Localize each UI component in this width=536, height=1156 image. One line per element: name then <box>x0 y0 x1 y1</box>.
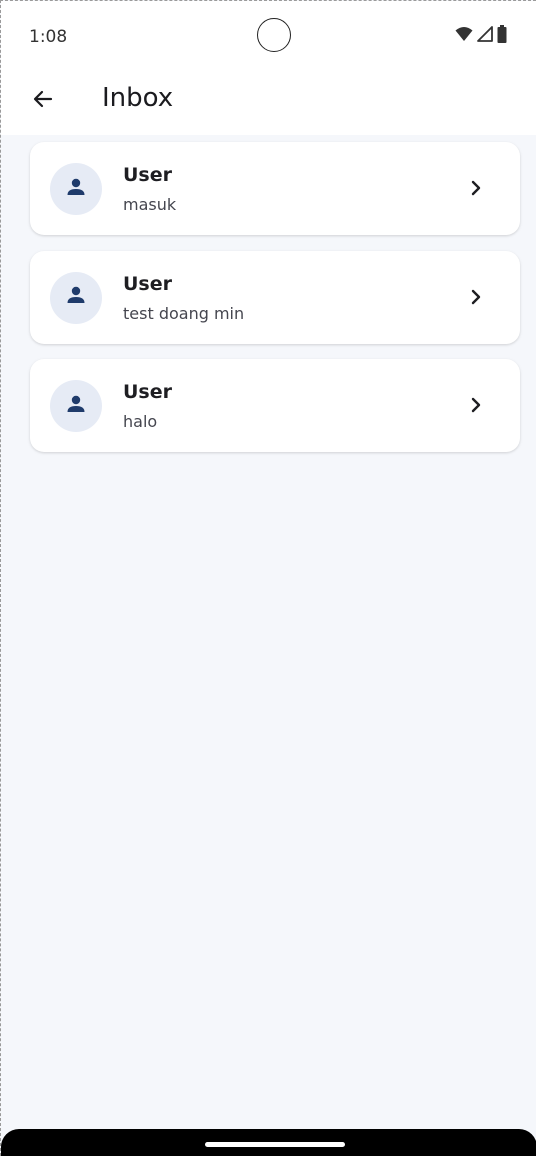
message-preview: test doang min <box>123 303 245 323</box>
person-icon <box>64 283 88 312</box>
chevron-right-icon <box>466 286 486 308</box>
sender-name: User <box>123 164 172 186</box>
status-icons <box>455 25 507 48</box>
arrow-left-icon <box>31 87 55 116</box>
status-time: 1:08 <box>29 27 68 47</box>
phone-screen: 1:08 Inbox User masuk User test doang mi… <box>0 0 536 1156</box>
camera-cutout <box>257 18 291 52</box>
sender-name: User <box>123 381 172 403</box>
inbox-list: User masuk User test doang min User halo <box>30 142 520 468</box>
signal-icon <box>477 26 493 47</box>
wifi-icon <box>455 26 473 47</box>
sender-name: User <box>123 272 172 295</box>
back-button[interactable] <box>23 81 63 121</box>
avatar <box>50 163 102 215</box>
avatar <box>50 380 102 432</box>
message-preview: halo <box>123 412 158 431</box>
inbox-content: User masuk User test doang min User halo <box>1 135 536 1129</box>
system-nav-bar <box>1 1129 536 1156</box>
inbox-item[interactable]: User halo <box>30 359 520 452</box>
inbox-item[interactable]: User masuk <box>30 142 520 235</box>
battery-icon <box>497 25 507 48</box>
status-bar: 1:08 <box>1 1 536 65</box>
avatar <box>50 271 102 324</box>
home-indicator[interactable] <box>205 1142 345 1147</box>
inbox-item[interactable]: User test doang min <box>30 250 520 344</box>
page-title: Inbox <box>102 83 174 113</box>
chevron-right-icon <box>466 394 486 416</box>
person-icon <box>64 175 88 204</box>
chevron-right-icon <box>466 177 486 199</box>
message-preview: masuk <box>123 195 177 214</box>
person-icon <box>64 392 88 421</box>
app-bar: Inbox <box>1 65 536 135</box>
